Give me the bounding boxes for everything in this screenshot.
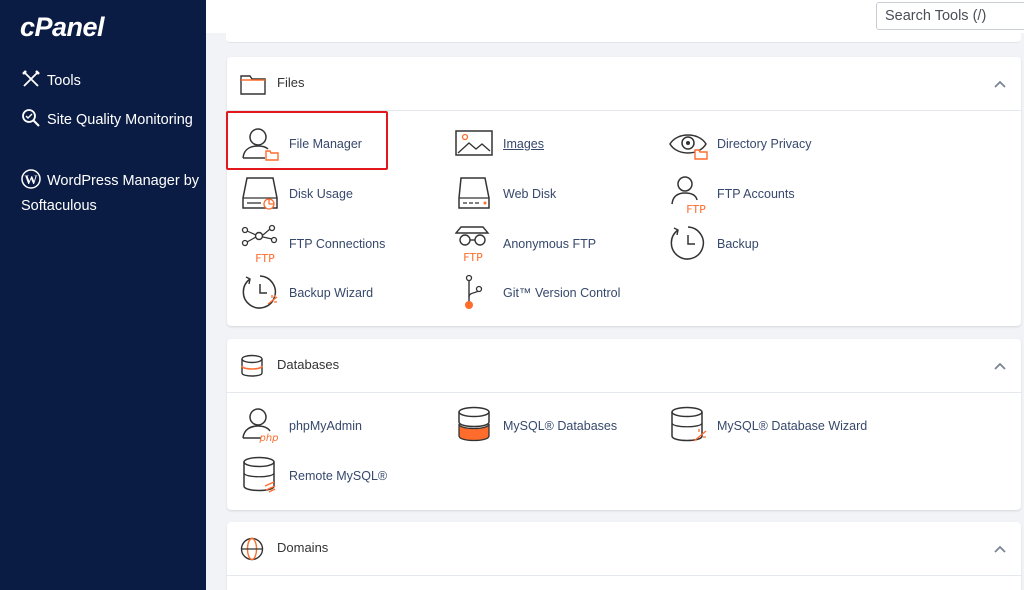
tool-label: Git™ Version Control	[503, 286, 621, 300]
mysql-databases-icon	[458, 406, 490, 442]
sidebar-item-label: Tools	[47, 73, 81, 89]
tool-backup[interactable]: Backup	[669, 224, 869, 268]
tool-disk-usage[interactable]: Disk Usage	[241, 174, 441, 218]
tool-label: FTP Connections	[289, 237, 386, 251]
tool-label: File Manager	[289, 137, 362, 151]
file-manager-icon	[242, 128, 279, 161]
section-title: Domains	[277, 540, 329, 555]
sidebar-item-site-quality[interactable]: Site Quality Monitoring	[21, 108, 201, 133]
tool-label: MySQL® Databases	[503, 419, 618, 433]
tool-ftp-connections[interactable]: FTP FTP Connections	[241, 224, 441, 268]
web-disk-icon	[458, 177, 490, 209]
cpanel-logo[interactable]: cPanel	[20, 12, 105, 43]
tool-label: Backup	[717, 237, 759, 251]
tool-label: phpMyAdmin	[289, 419, 362, 433]
tool-label: Anonymous FTP	[503, 237, 597, 251]
tool-backup-wizard[interactable]: Backup Wizard	[241, 273, 441, 317]
section-title: Files	[277, 75, 305, 90]
tool-label: Disk Usage	[289, 187, 353, 201]
phpmyadmin-icon: php	[242, 408, 279, 444]
tool-mysql-databases[interactable]: MySQL® Databases	[455, 406, 655, 450]
anonymous-ftp-icon: FTP	[455, 226, 490, 264]
svg-text:W: W	[25, 172, 38, 187]
svg-text:FTP: FTP	[686, 203, 706, 214]
sidebar-item-wordpress[interactable]: W WordPress Manager by Softaculous	[21, 169, 201, 219]
directory-privacy-icon	[669, 134, 708, 160]
tool-images[interactable]: Images	[455, 124, 655, 168]
backup-icon	[670, 226, 705, 260]
images-icon	[455, 130, 493, 156]
tool-git[interactable]: Git™ Version Control	[455, 273, 655, 317]
domains-panel: Domains	[227, 522, 1021, 590]
tool-label: FTP Accounts	[717, 187, 795, 201]
svg-text:FTP: FTP	[255, 252, 275, 264]
chevron-up-icon[interactable]	[993, 542, 1007, 556]
section-title: Databases	[277, 357, 340, 372]
tool-directory-privacy[interactable]: Directory Privacy	[669, 124, 869, 168]
tool-label: Remote MySQL®	[289, 469, 388, 483]
chevron-up-icon[interactable]	[993, 77, 1007, 91]
files-panel-header[interactable]: Files	[227, 57, 1021, 111]
chevron-up-icon[interactable]	[993, 359, 1007, 373]
remote-mysql-icon	[243, 456, 276, 493]
git-icon	[465, 274, 483, 309]
sidebar-item-tools[interactable]: Tools	[21, 69, 81, 94]
tool-label: Web Disk	[503, 187, 557, 201]
tool-anonymous-ftp[interactable]: FTP Anonymous FTP	[455, 224, 655, 268]
tool-mysql-database-wizard[interactable]: MySQL® Database Wizard	[669, 406, 869, 450]
wordpress-icon: W	[21, 169, 41, 189]
tool-label: Directory Privacy	[717, 137, 812, 151]
ftp-connections-icon: FTP	[241, 224, 278, 264]
svg-text:php: php	[258, 433, 278, 444]
files-panel: Files File Manager Images Directory Priv…	[227, 57, 1021, 326]
previous-panel-bottom	[226, 33, 1021, 43]
disk-usage-icon	[242, 177, 278, 210]
folder-icon	[240, 75, 266, 95]
domains-panel-header[interactable]: Domains	[227, 522, 1021, 576]
tool-phpmyadmin[interactable]: php phpMyAdmin	[241, 406, 441, 450]
sidebar-item-label: Site Quality Monitoring	[47, 112, 193, 128]
tool-web-disk[interactable]: Web Disk	[455, 174, 655, 218]
tool-ftp-accounts[interactable]: FTP FTP Accounts	[669, 174, 869, 218]
databases-panel-header[interactable]: Databases	[227, 339, 1021, 393]
tool-label: MySQL® Database Wizard	[717, 419, 868, 433]
ftp-accounts-icon: FTP	[671, 176, 706, 214]
svg-text:FTP: FTP	[463, 251, 483, 264]
mysql-wizard-icon	[671, 406, 707, 442]
tools-icon	[22, 70, 40, 87]
backup-wizard-icon	[242, 275, 278, 309]
sidebar: cPanel Tools Site Quality Monitoring W W…	[0, 0, 206, 590]
tool-label: Images	[503, 137, 544, 151]
sidebar-item-label: WordPress Manager by Softaculous	[21, 173, 200, 214]
globe-icon	[240, 537, 264, 561]
databases-panel: Databases php phpMyAdmin MySQL® Database…	[227, 339, 1021, 510]
tool-file-manager[interactable]: File Manager	[241, 124, 441, 168]
search-input[interactable]	[876, 2, 1024, 30]
magnifier-icon	[22, 109, 40, 127]
database-icon	[241, 354, 263, 377]
tool-label: Backup Wizard	[289, 286, 374, 300]
tool-remote-mysql[interactable]: Remote MySQL®	[241, 456, 441, 500]
